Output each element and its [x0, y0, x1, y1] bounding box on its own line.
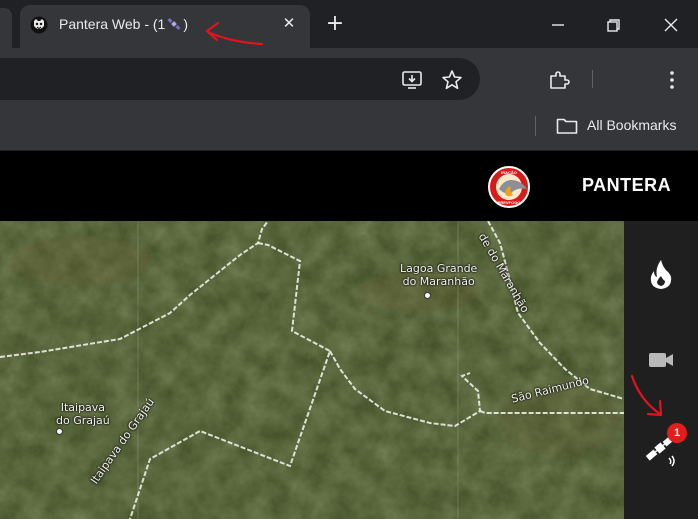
- browser-toolbar: [0, 48, 698, 106]
- map-label-lagoa-line2: do Maranhão: [402, 275, 475, 288]
- tab-title-text: Pantera Web - (1: [59, 16, 166, 32]
- map-label-itaipava-line2: do Grajaú: [56, 414, 110, 427]
- panther-favicon-icon: [30, 16, 48, 34]
- more-menu-icon[interactable]: [660, 68, 684, 92]
- minimize-icon[interactable]: [546, 13, 570, 37]
- tab-title: Pantera Web - (1): [59, 16, 188, 32]
- bookmarks-divider: [535, 116, 536, 136]
- satellite-notification-badge: 1: [667, 423, 687, 443]
- app-title: PANTERA: [582, 175, 672, 195]
- bookmark-star-icon[interactable]: [440, 68, 464, 92]
- logo-text-bottom: PREVFOGO: [498, 200, 521, 205]
- toolbar-divider: [592, 70, 593, 88]
- new-tab-button[interactable]: +: [323, 12, 347, 36]
- video-camera-icon: [649, 353, 673, 367]
- all-bookmarks-button[interactable]: All Bookmarks: [587, 117, 676, 133]
- restore-icon[interactable]: [601, 13, 625, 37]
- map-label-lagoa-line1: Lagoa Grande: [400, 262, 478, 275]
- sidebar-item-fire[interactable]: [636, 254, 684, 294]
- map-point-lagoa-grande[interactable]: [424, 292, 431, 299]
- extensions-puzzle-icon[interactable]: [547, 68, 571, 92]
- tab-close-button[interactable]: ✕: [278, 12, 300, 34]
- map-label-lagoa-grande: Lagoa Grande do Maranhão: [400, 262, 477, 288]
- logo-text-top: IRAÇÃO: [501, 170, 517, 175]
- satellite-map[interactable]: Lagoa Grande do Maranhão Itaipava do Gra…: [0, 221, 624, 519]
- map-point-itaipava[interactable]: [56, 428, 63, 435]
- tab-title-suffix: ): [183, 16, 189, 32]
- prevfogo-logo: IRAÇÃO PREVFOGO: [488, 166, 530, 208]
- folder-icon[interactable]: [556, 117, 578, 135]
- map-label-itaipava: Itaipava do Grajaú: [56, 401, 110, 427]
- browser-tab-active[interactable]: Pantera Web - (1) ✕: [20, 5, 310, 48]
- previous-tab-edge[interactable]: [0, 8, 12, 48]
- install-app-icon[interactable]: [400, 68, 424, 92]
- close-window-icon[interactable]: [659, 13, 683, 37]
- map-label-itaipava-line1: Itaipava: [60, 401, 106, 414]
- fire-icon: [650, 260, 672, 289]
- sidebar-item-camera[interactable]: [636, 340, 684, 380]
- satellite-emoji-icon: [167, 18, 181, 30]
